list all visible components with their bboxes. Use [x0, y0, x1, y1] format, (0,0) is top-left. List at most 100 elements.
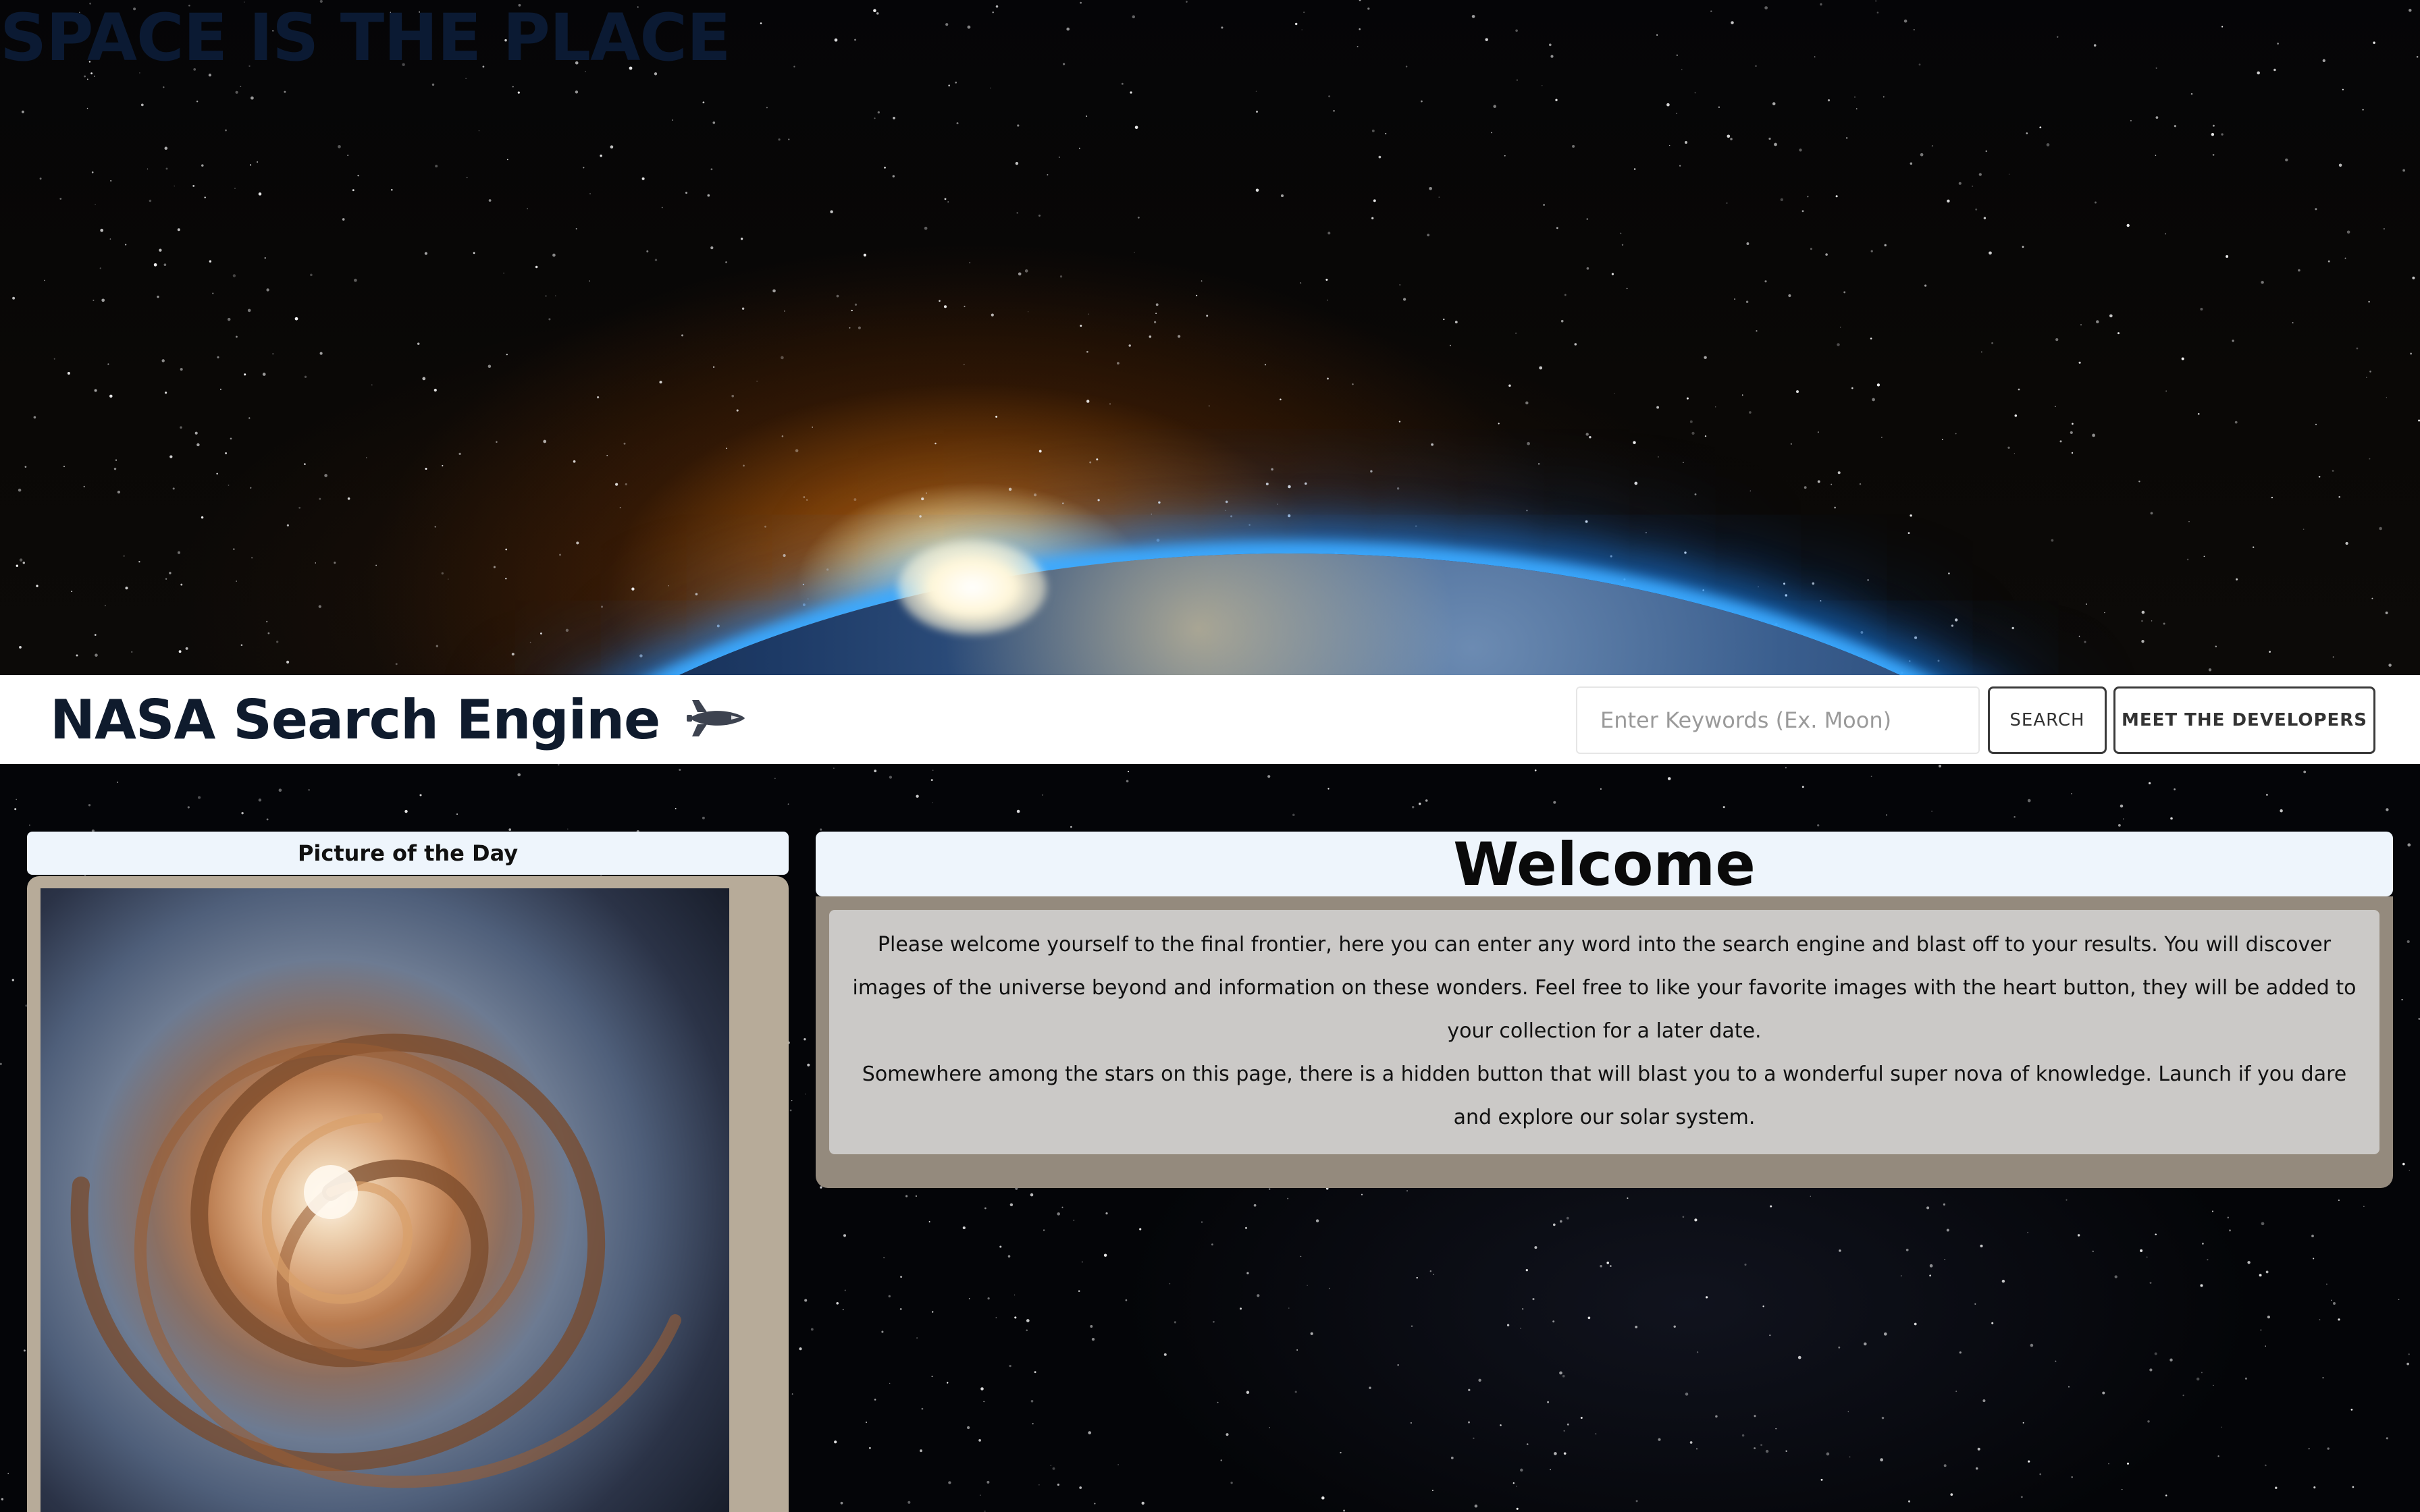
star — [1086, 350, 1088, 353]
star — [1411, 806, 1415, 809]
star — [1378, 155, 1382, 159]
star — [109, 238, 111, 240]
star — [1876, 383, 1880, 387]
star — [1014, 1316, 1017, 1319]
star — [1086, 115, 1088, 117]
star — [1843, 291, 1846, 294]
star — [1132, 15, 1136, 19]
star — [2292, 322, 2294, 324]
star — [866, 1422, 867, 1424]
star — [2196, 1377, 2200, 1381]
star — [1883, 96, 1885, 98]
star — [1080, 325, 1082, 327]
star — [375, 564, 377, 566]
star — [169, 455, 173, 458]
star — [1301, 29, 1303, 30]
star — [1920, 153, 1924, 157]
star — [304, 463, 306, 465]
star — [646, 250, 649, 252]
star — [441, 572, 444, 575]
star — [1667, 777, 1671, 780]
star — [2165, 390, 2167, 392]
star — [2261, 1222, 2265, 1226]
meet-the-developers-button[interactable]: MEET THE DEVELOPERS — [2113, 686, 2375, 754]
star — [1246, 1390, 1250, 1395]
star — [924, 226, 928, 230]
galaxy-illustration — [70, 1033, 681, 1488]
star — [1425, 799, 1428, 802]
star — [1875, 0, 1877, 2]
star — [2342, 88, 2344, 90]
star — [791, 1100, 793, 1102]
star — [1908, 532, 1910, 535]
star — [1280, 398, 1282, 401]
brand[interactable]: NASA Search Engine — [50, 675, 746, 764]
star — [1947, 199, 1950, 203]
star — [1881, 1416, 1885, 1420]
star — [115, 459, 117, 461]
star — [2265, 1345, 2266, 1347]
star — [969, 262, 971, 264]
star — [2020, 1496, 2023, 1498]
star — [2207, 1259, 2209, 1261]
search-button[interactable]: SEARCH — [1988, 686, 2107, 754]
star — [419, 794, 422, 796]
star — [1837, 471, 1841, 475]
star — [1325, 278, 1328, 281]
star — [228, 484, 230, 486]
star — [1768, 137, 1771, 140]
star — [1785, 1450, 1787, 1453]
star — [278, 788, 282, 792]
star — [2055, 1360, 2057, 1362]
star — [1754, 1415, 1756, 1418]
star — [2273, 68, 2276, 72]
star — [2118, 824, 2121, 827]
star — [893, 116, 895, 119]
star — [1429, 186, 1432, 190]
search-input[interactable] — [1576, 686, 1980, 754]
star — [789, 1109, 792, 1112]
star — [999, 1245, 1002, 1248]
star — [1526, 510, 1528, 512]
star — [1038, 450, 1042, 453]
star — [1398, 421, 1401, 423]
star — [529, 641, 531, 643]
star — [1955, 1390, 1957, 1393]
star — [1760, 1444, 1763, 1447]
star — [2402, 169, 2405, 172]
star — [2014, 815, 2016, 818]
star — [1872, 398, 1875, 402]
star — [1257, 1294, 1260, 1297]
star — [1321, 1496, 1325, 1500]
star — [1174, 1321, 1176, 1324]
star — [1515, 29, 1518, 32]
star — [16, 564, 19, 567]
star — [1982, 1399, 1986, 1403]
star — [2190, 92, 2193, 95]
star — [161, 359, 165, 362]
star — [1134, 252, 1135, 253]
star — [11, 979, 14, 981]
star — [1117, 362, 1120, 364]
star — [318, 605, 321, 608]
star — [1163, 1353, 1167, 1356]
star — [2070, 431, 2073, 434]
star — [966, 1426, 970, 1430]
star — [352, 189, 354, 192]
star — [7, 1472, 9, 1474]
star — [2096, 320, 2099, 323]
star — [1038, 1484, 1040, 1486]
picture-of-the-day-image[interactable] — [41, 888, 729, 1512]
star — [565, 628, 569, 632]
star — [915, 1195, 917, 1197]
star — [1525, 401, 1529, 405]
star — [1288, 514, 1291, 518]
star — [1656, 406, 1660, 409]
star — [2093, 44, 2097, 47]
star — [932, 802, 934, 803]
star — [101, 298, 105, 302]
star — [874, 770, 877, 773]
star — [1562, 1374, 1565, 1378]
star — [1265, 483, 1269, 485]
star — [159, 248, 162, 252]
